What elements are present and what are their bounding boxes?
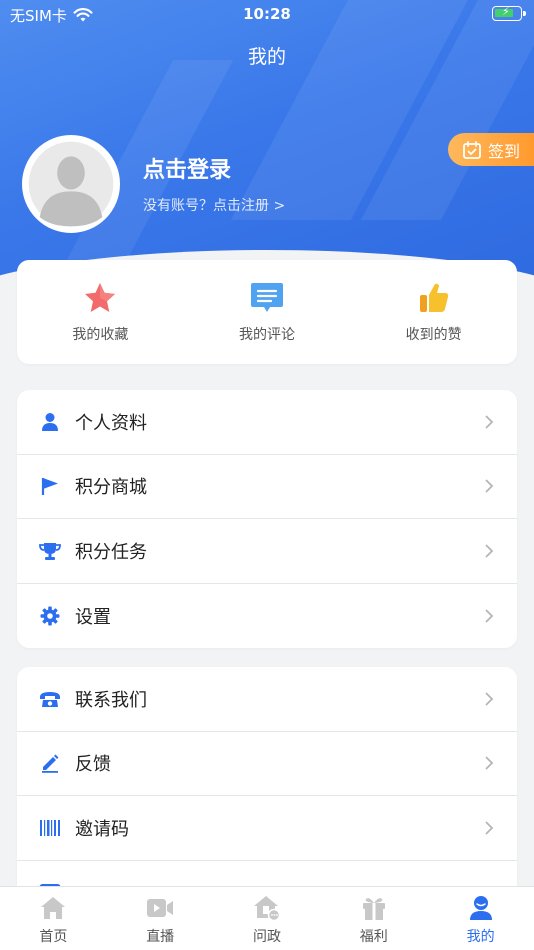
comment-icon — [249, 280, 285, 316]
trophy-icon — [39, 540, 61, 562]
battery-icon: ⚡ — [492, 5, 526, 21]
chevron-right-icon — [485, 479, 494, 493]
avatar[interactable] — [22, 135, 120, 233]
chevron-right-icon — [485, 821, 494, 835]
tab-live[interactable]: 直播 — [107, 887, 214, 950]
menu-group-1: 个人资料 积分商城 积分任务 设置 — [17, 390, 517, 648]
chevron-right-icon — [485, 756, 494, 770]
menu-item-label: 反馈 — [75, 754, 111, 776]
quick-action-likes[interactable]: 收到的赞 — [350, 260, 517, 364]
checkin-label: 签到 — [488, 141, 521, 161]
menu-item-contact-us[interactable]: 联系我们 — [17, 667, 517, 732]
tab-label: 直播 — [146, 929, 175, 945]
flag-icon — [39, 475, 61, 497]
menu-item-label: 联系我们 — [75, 689, 147, 711]
menu-item-label: 邀请码 — [75, 818, 129, 840]
chevron-right-icon — [485, 609, 494, 623]
menu-item-points-mall[interactable]: 积分商城 — [17, 455, 517, 519]
tab-label: 福利 — [359, 929, 388, 945]
tab-welfare[interactable]: 福利 — [320, 887, 427, 950]
chevron-right-icon — [485, 415, 494, 429]
login-link[interactable]: 点击登录 — [143, 152, 231, 184]
star-icon — [82, 280, 118, 316]
quick-action-comments[interactable]: 我的评论 — [184, 260, 351, 364]
quick-action-label: 我的评论 — [239, 327, 295, 343]
chevron-right-icon — [485, 544, 494, 558]
menu-item-label: 积分任务 — [75, 541, 147, 563]
tab-home[interactable]: 首页 — [0, 887, 107, 950]
status-time: 10:28 — [243, 5, 291, 23]
tab-label: 首页 — [39, 929, 68, 945]
menu-item-label: 个人资料 — [75, 412, 147, 434]
menu-item-label: 积分商城 — [75, 477, 147, 499]
gift-icon — [360, 894, 388, 922]
menu-item-settings[interactable]: 设置 — [17, 584, 517, 649]
bottom-tab-bar: 首页 直播 问政 福利 我的 — [0, 886, 534, 950]
tab-mine[interactable]: 我的 — [427, 887, 534, 950]
menu-item-feedback[interactable]: 反馈 — [17, 732, 517, 796]
government-icon — [253, 894, 281, 922]
home-icon — [39, 894, 67, 922]
pencil-icon — [39, 752, 61, 774]
chevron-right-icon — [485, 692, 494, 706]
thumbs-up-icon — [416, 280, 452, 316]
telephone-icon — [39, 688, 61, 710]
tab-label: 问政 — [252, 929, 281, 945]
menu-item-label: 设置 — [75, 606, 111, 628]
quick-action-favorites[interactable]: 我的收藏 — [17, 260, 184, 364]
tab-label: 我的 — [466, 929, 495, 945]
tab-government-inquiry[interactable]: 问政 — [214, 887, 321, 950]
menu-item-invite-code[interactable]: 邀请码 — [17, 796, 517, 861]
quick-action-label: 我的收藏 — [72, 327, 129, 343]
profile-icon — [467, 894, 495, 922]
person-icon — [39, 411, 61, 433]
menu-item-points-tasks[interactable]: 积分任务 — [17, 519, 517, 584]
checkin-button[interactable]: 签到 — [448, 133, 534, 166]
gear-icon — [39, 605, 61, 627]
register-link[interactable]: 没有账号？点击注册 > — [143, 195, 285, 215]
calendar-check-icon — [463, 140, 481, 159]
barcode-icon — [39, 817, 61, 839]
default-avatar-icon — [25, 138, 117, 230]
quick-action-label: 收到的赞 — [405, 327, 462, 343]
quick-actions-card: 我的收藏 我的评论 收到的赞 — [17, 260, 517, 364]
status-bar: 无SIM卡 10:28 ⚡ — [0, 0, 534, 30]
menu-item-profile[interactable]: 个人资料 — [17, 390, 517, 455]
page-title: 我的 — [247, 46, 286, 68]
video-icon — [146, 894, 174, 922]
